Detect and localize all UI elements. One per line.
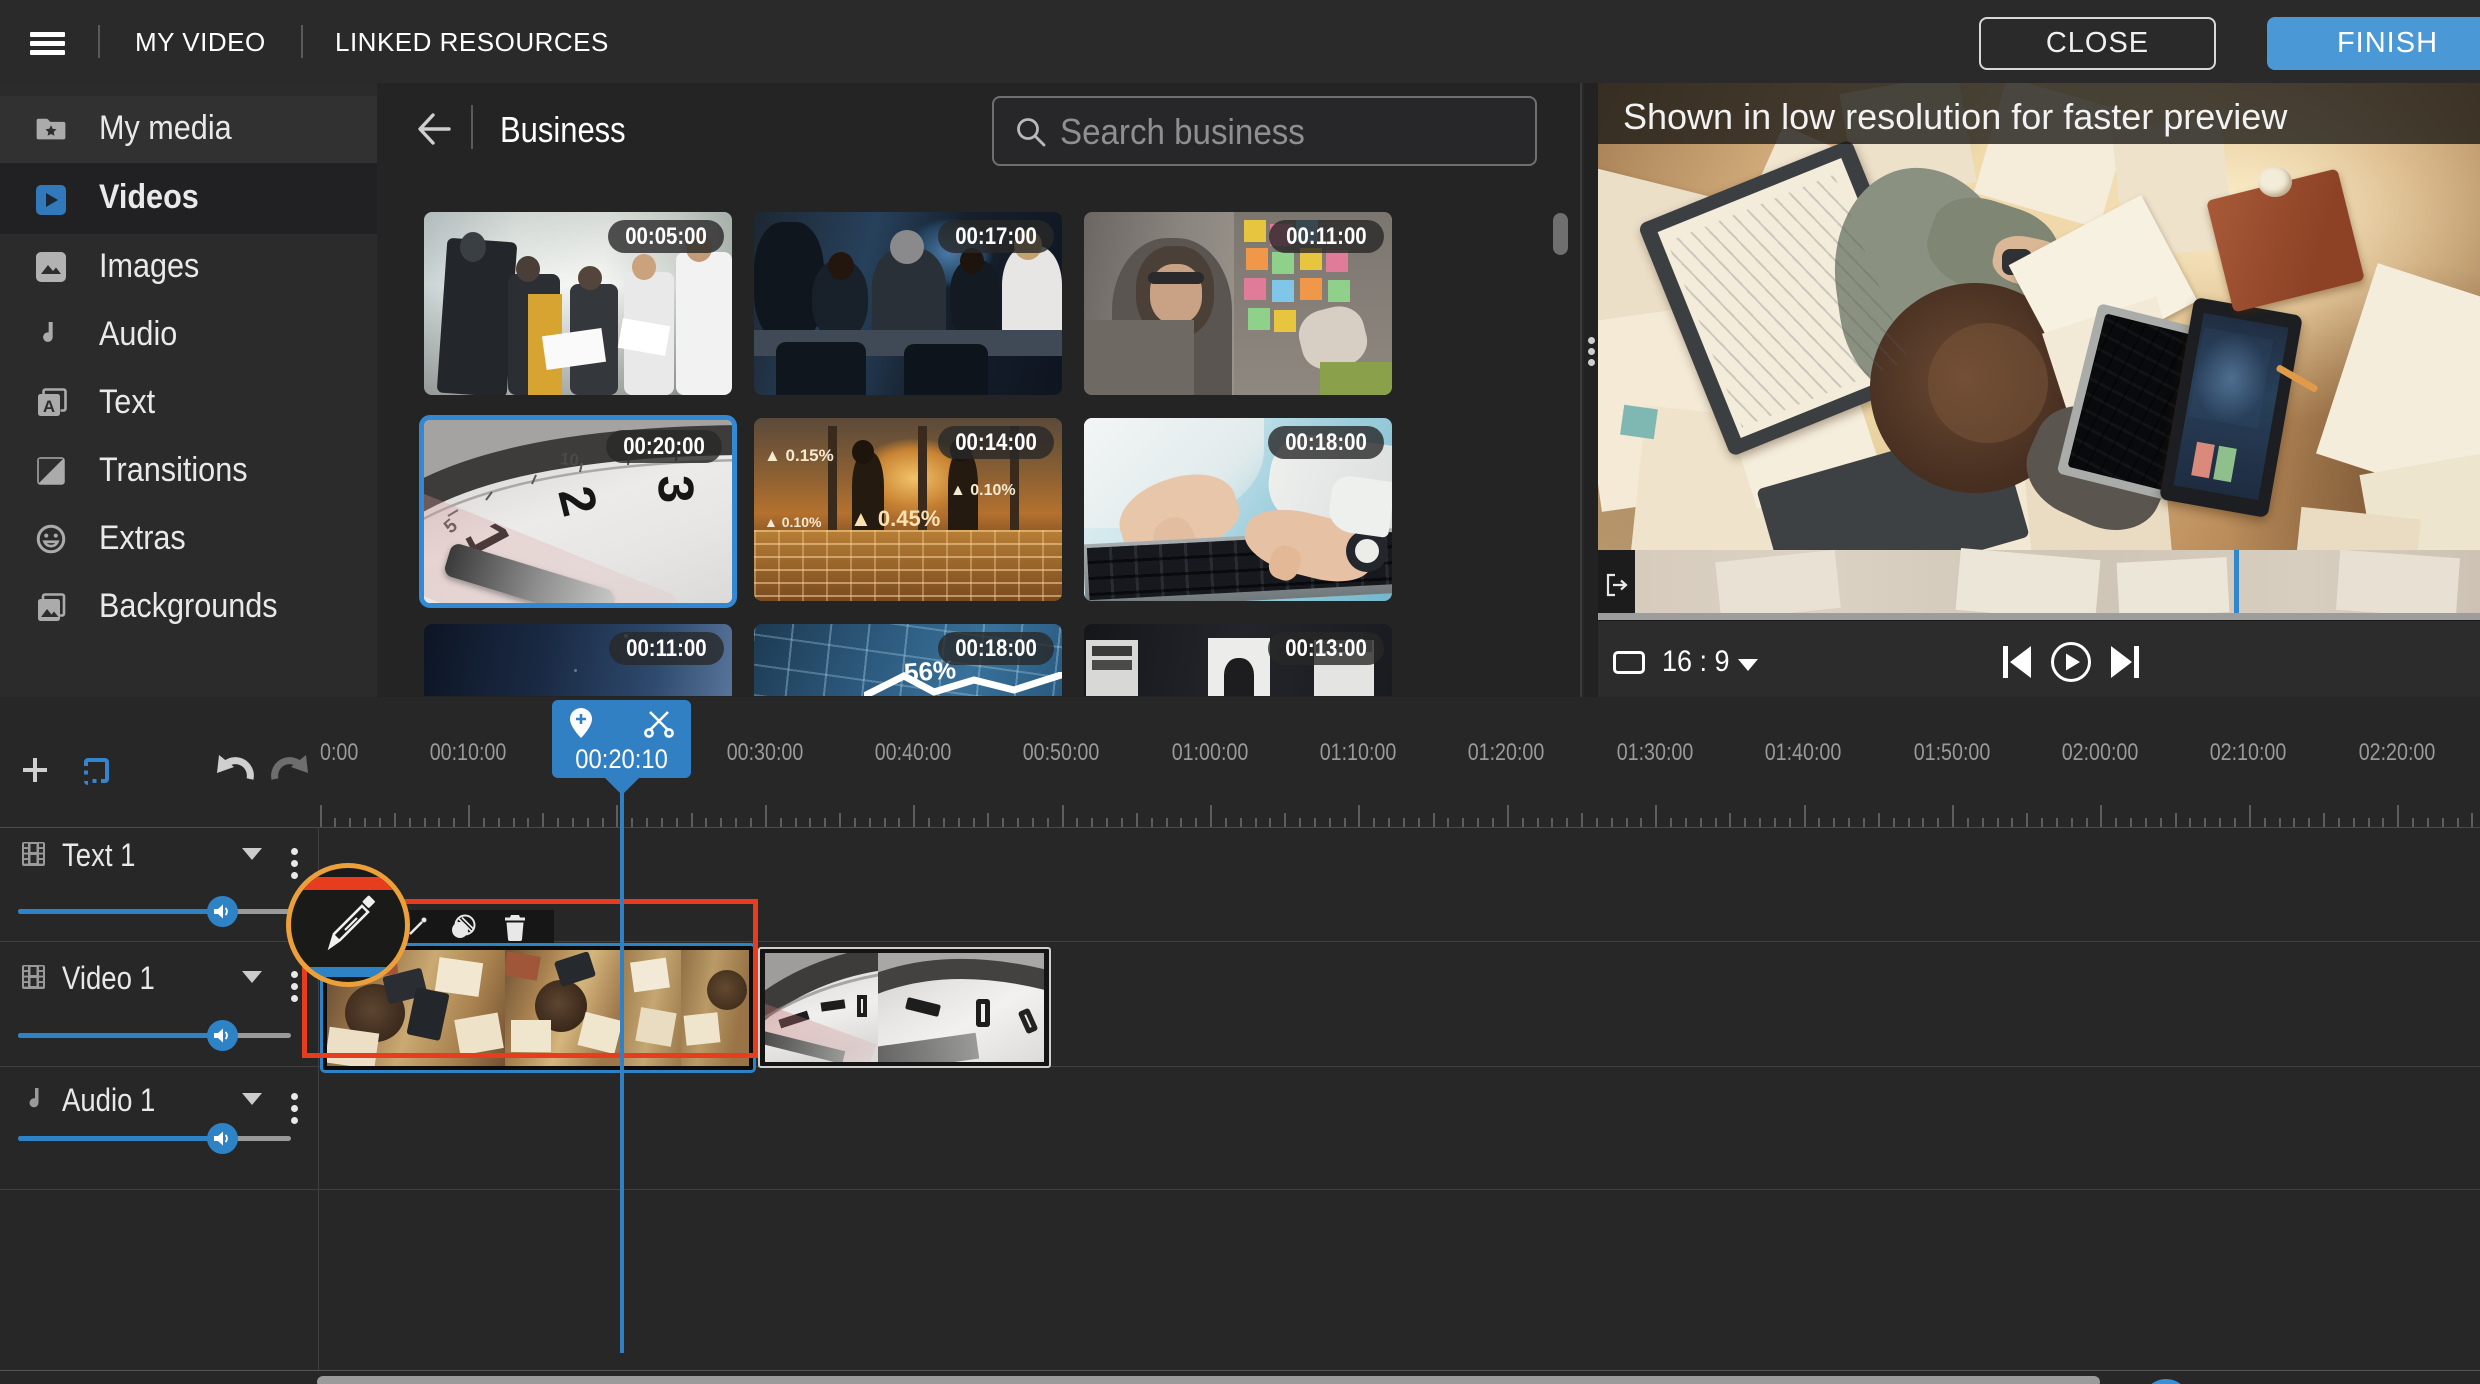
svg-text:A: A	[43, 397, 55, 416]
